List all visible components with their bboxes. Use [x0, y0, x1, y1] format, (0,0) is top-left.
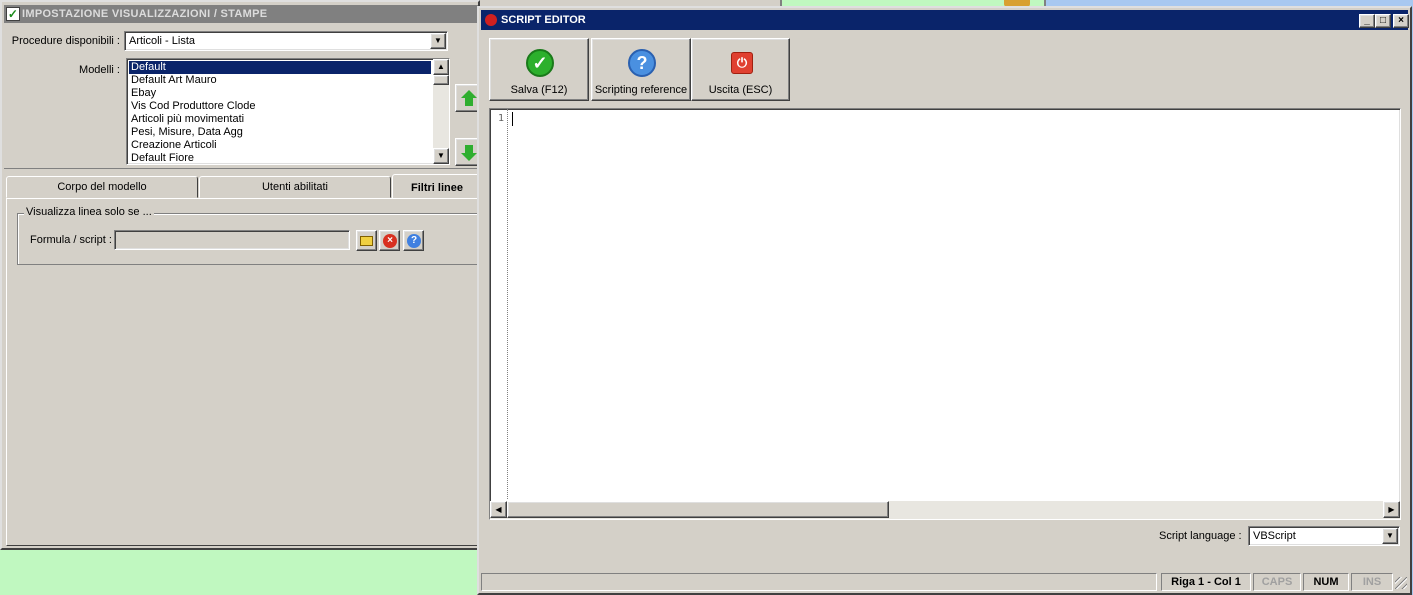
group-title: Visualizza linea solo se ...: [24, 206, 154, 218]
exit-button[interactable]: ⏻ Uscita (ESC): [691, 38, 790, 101]
models-label: Modelli :: [79, 64, 120, 76]
folder-icon: [360, 236, 373, 246]
script-language-label: Script language :: [1159, 530, 1242, 542]
left-window-title: IMPOSTAZIONE VISUALIZZAZIONI / STAMPE: [22, 8, 268, 20]
arrow-down-icon: [461, 153, 477, 161]
procedure-select[interactable]: Articoli - Lista ▼: [124, 31, 448, 51]
procedure-select-value: Articoli - Lista: [129, 35, 196, 47]
list-item[interactable]: Articoli più movimentati: [129, 113, 431, 126]
save-button-label: Salva (F12): [510, 84, 568, 96]
scripting-reference-label: Scripting reference: [594, 84, 688, 96]
display-settings-window: ✓ IMPOSTAZIONE VISUALIZZAZIONI / STAMPE …: [0, 0, 487, 550]
list-item[interactable]: Default Art Mauro: [129, 74, 431, 87]
arrow-up-icon: [461, 90, 477, 98]
left-window-titlebar[interactable]: ✓ IMPOSTAZIONE VISUALIZZAZIONI / STAMPE: [4, 5, 478, 23]
tab-utenti-abilitati[interactable]: Utenti abilitati: [199, 176, 391, 198]
scripting-reference-button[interactable]: ? Scripting reference: [591, 38, 691, 101]
resize-grip-icon[interactable]: [1395, 577, 1407, 589]
editor-titlebar[interactable]: SCRIPT EDITOR _ □ ×: [481, 10, 1409, 30]
caps-indicator: CAPS: [1253, 573, 1301, 591]
horizontal-scrollbar[interactable]: ◀ ▶: [490, 501, 1400, 519]
list-item[interactable]: Default: [129, 61, 431, 74]
app-icon: [485, 14, 497, 26]
help-button[interactable]: ?: [403, 230, 424, 251]
list-item[interactable]: Vis Cod Produttore Clode: [129, 100, 431, 113]
formula-input[interactable]: [114, 230, 350, 250]
script-language-value: VBScript: [1253, 530, 1296, 542]
help-icon: ?: [628, 49, 656, 77]
clear-script-button[interactable]: ×: [379, 230, 400, 251]
scroll-thumb[interactable]: [433, 75, 449, 85]
formula-label: Formula / script :: [30, 234, 112, 246]
close-icon[interactable]: ×: [1393, 14, 1409, 28]
ins-indicator: INS: [1351, 573, 1393, 591]
list-item[interactable]: Default Fiore: [129, 152, 431, 164]
maximize-icon[interactable]: □: [1375, 14, 1391, 28]
line-number: 1: [497, 113, 504, 124]
desktop-background: [0, 550, 478, 595]
power-icon: ⏻: [731, 52, 753, 74]
list-item[interactable]: Pesi, Misure, Data Agg: [129, 126, 431, 139]
arrow-down-icon: [465, 145, 473, 153]
scroll-up-icon[interactable]: ▲: [433, 59, 449, 75]
chevron-down-icon[interactable]: ▼: [1382, 528, 1398, 544]
minimize-icon[interactable]: _: [1359, 14, 1375, 28]
editor-title: SCRIPT EDITOR: [501, 14, 586, 26]
procedure-label: Procedure disponibili :: [11, 35, 120, 47]
filter-tab-panel: Visualizza linea solo se ... Formula / s…: [6, 198, 487, 546]
status-message: [481, 573, 1157, 591]
arrow-up-icon: [465, 98, 473, 106]
list-item[interactable]: Creazione Articoli: [129, 139, 431, 152]
script-editor-window: SCRIPT EDITOR _ □ × ✓ Salva (F12) ? Scri…: [477, 6, 1412, 595]
close-icon: ×: [383, 234, 397, 248]
line-number-gutter: 1: [490, 109, 508, 499]
models-scrollbar[interactable]: ▲ ▼: [433, 59, 449, 164]
text-caret: [512, 112, 513, 126]
tab-filtri-linee[interactable]: Filtri linee: [392, 174, 482, 199]
script-language-select[interactable]: VBScript ▼: [1248, 526, 1400, 546]
scroll-thumb[interactable]: [507, 501, 889, 518]
chevron-down-icon[interactable]: ▼: [430, 33, 446, 49]
num-indicator: NUM: [1303, 573, 1349, 591]
left-window-top-panel: Procedure disponibili : Articoli - Lista…: [4, 26, 481, 169]
check-icon: ✓: [6, 7, 20, 21]
cursor-position: Riga 1 - Col 1: [1161, 573, 1251, 591]
status-bar: Riga 1 - Col 1 CAPS NUM INS: [481, 573, 1408, 591]
tab-corpo-del-modello[interactable]: Corpo del modello: [6, 176, 198, 198]
scroll-right-icon[interactable]: ▶: [1383, 501, 1400, 518]
save-button[interactable]: ✓ Salva (F12): [489, 38, 589, 101]
help-icon: ?: [407, 234, 421, 248]
checkmark-icon: ✓: [526, 49, 554, 77]
list-item[interactable]: Ebay: [129, 87, 431, 100]
exit-button-label: Uscita (ESC): [708, 84, 773, 96]
open-script-button[interactable]: [356, 230, 377, 251]
scroll-left-icon[interactable]: ◀: [490, 501, 507, 518]
code-editor[interactable]: 1 ◀ ▶: [489, 108, 1401, 520]
models-list[interactable]: Default Default Art Mauro Ebay Vis Cod P…: [126, 58, 450, 165]
scroll-down-icon[interactable]: ▼: [433, 148, 449, 164]
visibility-group-box: Visualizza linea solo se ... Formula / s…: [17, 206, 487, 265]
